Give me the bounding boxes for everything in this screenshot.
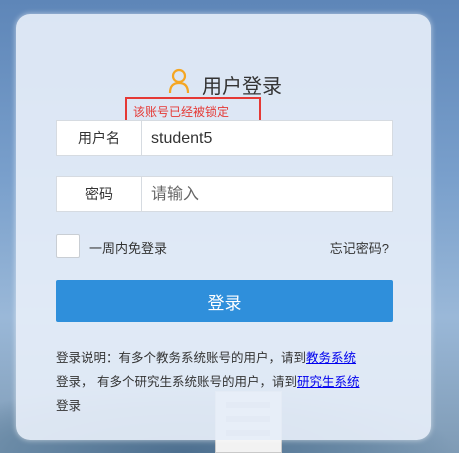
title-row: 用户登录 [16,68,431,98]
graduate-system-link[interactable]: 研究生系统 [297,375,360,389]
username-label: 用户名 [57,121,142,155]
remember-checkbox[interactable] [56,234,80,258]
username-input[interactable] [149,124,383,154]
error-message: 该账号已经被锁定 [133,105,230,119]
login-note: 登录说明：有多个教务系统账号的用户，请到教务系统 登录， 有多个研究生系统账号的用… [56,346,401,418]
login-panel: 用户登录 该账号已经被锁定 用户名 密码 一周内免登录 忘记密码? 登录 登录说… [16,14,431,440]
password-label: 密码 [57,177,142,211]
forgot-password-link[interactable]: 忘记密码? [330,238,389,257]
username-field: 用户名 [56,120,393,156]
note-text: 登录 [56,399,82,413]
password-input[interactable] [149,180,383,210]
login-button[interactable]: 登录 [56,280,393,322]
note-text: 登录， 有多个研究生系统账号的用户，请到 [56,375,297,389]
note-text: 登录说明：有多个教务系统账号的用户，请到 [56,351,307,365]
remember-label: 一周内免登录 [89,241,168,256]
jiaowu-system-link[interactable]: 教务系统 [306,351,356,365]
page-title: 用户登录 [202,76,282,98]
user-icon [168,68,190,94]
password-field: 密码 [56,176,393,212]
